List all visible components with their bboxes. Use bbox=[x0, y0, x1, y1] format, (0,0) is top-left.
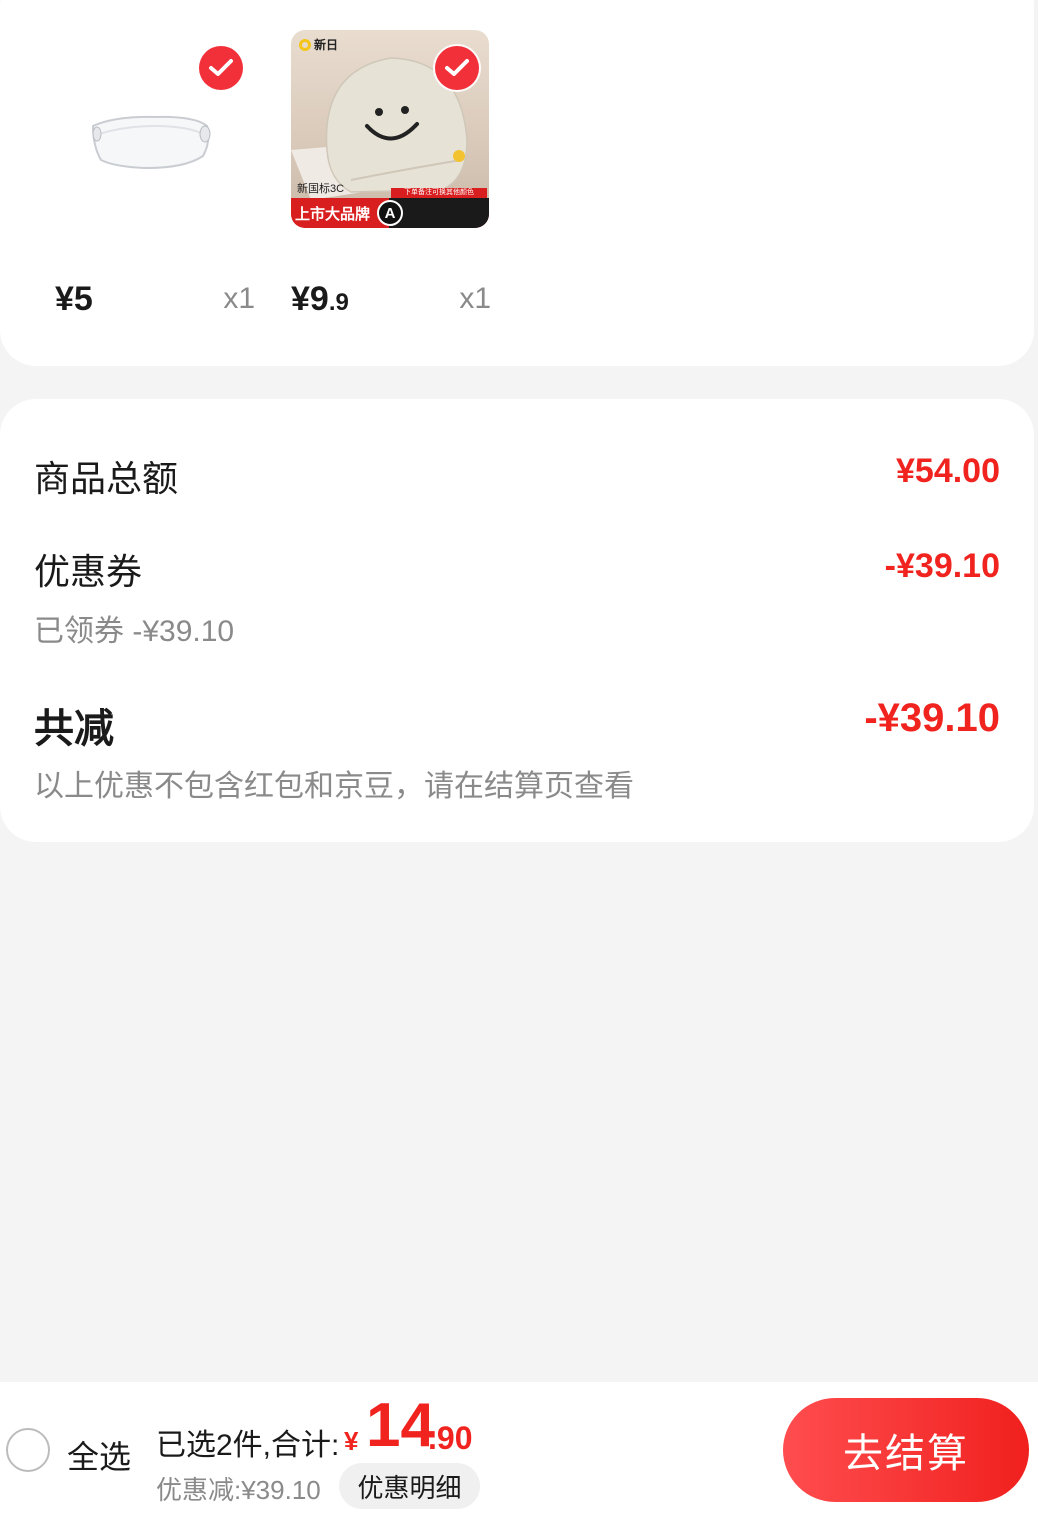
product-price-dec: .9 bbox=[328, 289, 349, 316]
selected-count-text: 已选2件,合计: bbox=[156, 1429, 340, 1462]
coupon-value: -¥39.10 bbox=[884, 547, 1000, 585]
brand-tag: 新日 bbox=[299, 36, 338, 53]
checkout-button[interactable]: 去结算 bbox=[783, 1398, 1029, 1502]
cart-settlement-page: ¥5 x1 新日 新国标3C 下单备注可换其他颜色 上市大品牌 A ¥9.9 x… bbox=[0, 0, 1038, 1516]
product-item-helmet[interactable]: 新日 新国标3C 下单备注可换其他颜色 上市大品牌 A ¥9.9 x1 bbox=[291, 30, 491, 318]
total-amount-int: 14 bbox=[366, 1391, 435, 1460]
brand-logo-icon bbox=[299, 38, 311, 51]
promo-banner-text: 上市大品牌 bbox=[295, 206, 371, 223]
discount-text: 优惠减:¥39.10 bbox=[156, 1475, 321, 1505]
product-image[interactable] bbox=[55, 30, 253, 228]
price-summary-card: 商品总额 ¥54.00 优惠券 -¥39.10 已领券 -¥39.10 共减 -… bbox=[0, 399, 1034, 842]
color-note-strip: 下单备注可换其他颜色 bbox=[391, 188, 487, 198]
checked-icon[interactable] bbox=[199, 46, 243, 90]
product-image[interactable]: 新日 新国标3C 下单备注可换其他颜色 上市大品牌 A bbox=[291, 30, 489, 228]
select-all-radio[interactable] bbox=[6, 1428, 50, 1472]
coupon-note: 已领券 -¥39.10 bbox=[34, 615, 235, 648]
selected-products-card: ¥5 x1 新日 新国标3C 下单备注可换其他颜色 上市大品牌 A ¥9.9 x… bbox=[0, 0, 1034, 366]
checked-icon[interactable] bbox=[435, 46, 479, 90]
price-row: ¥9.9 x1 bbox=[291, 280, 491, 324]
checkout-bottom-bar: 全选 已选2件,合计: ¥ 14 .90 优惠减:¥39.10 优惠明细 去结算 bbox=[0, 1382, 1038, 1516]
total-reduce-label: 共减 bbox=[34, 707, 114, 751]
product-price-int: ¥9 bbox=[291, 280, 329, 318]
grade-a-badge: A bbox=[377, 200, 403, 226]
product-price: ¥5 bbox=[55, 280, 93, 318]
total-reduce-note: 以上优惠不包含红包和京豆，请在结算页查看 bbox=[34, 770, 634, 803]
promo-dates-block bbox=[389, 198, 489, 228]
product-item-visor[interactable]: ¥5 x1 bbox=[55, 30, 255, 318]
product-quantity: x1 bbox=[223, 282, 255, 315]
select-all-label[interactable]: 全选 bbox=[67, 1432, 131, 1478]
coupon-label: 优惠券 bbox=[34, 551, 143, 592]
discount-detail-button[interactable]: 优惠明细 bbox=[339, 1463, 480, 1509]
total-currency: ¥ bbox=[344, 1426, 359, 1456]
product-quantity: x1 bbox=[459, 282, 491, 315]
total-amount-dec: .90 bbox=[428, 1420, 473, 1456]
goods-total-value: ¥54.00 bbox=[896, 452, 1000, 490]
product-price: ¥9.9 bbox=[291, 280, 349, 319]
total-reduce-value: -¥39.10 bbox=[864, 696, 1000, 740]
standard-label: 新国标3C bbox=[297, 183, 345, 195]
brand-name: 新日 bbox=[314, 38, 339, 52]
price-row: ¥5 x1 bbox=[55, 280, 255, 324]
goods-total-label: 商品总额 bbox=[34, 458, 179, 499]
